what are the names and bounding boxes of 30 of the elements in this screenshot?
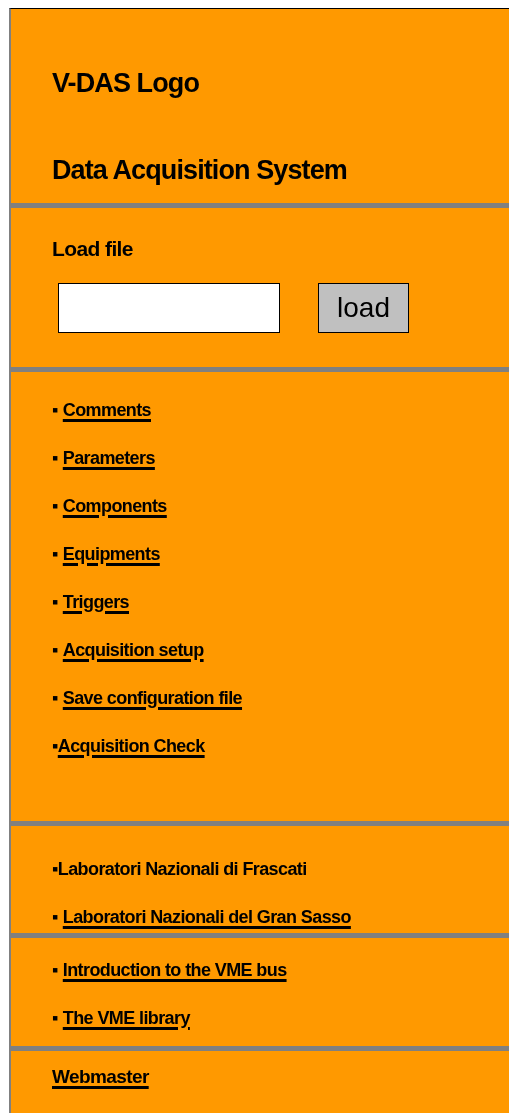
- bullet-icon: ▪: [52, 732, 58, 760]
- nav-link[interactable]: Introduction to the VME bus: [62, 956, 287, 984]
- bullet-icon: ▪: [52, 492, 58, 520]
- nav-link[interactable]: Laboratori Nazionali del Gran Sasso: [62, 903, 351, 931]
- bullet-icon: ▪: [52, 956, 58, 984]
- nav-text: Laboratori Nazionali di Frascati: [57, 857, 307, 881]
- nav-link[interactable]: Equipments: [62, 540, 160, 568]
- nav-link[interactable]: Parameters: [62, 444, 155, 472]
- bullet-icon: ▪: [52, 636, 58, 664]
- nav-link[interactable]: Acquisition Check: [57, 732, 205, 760]
- site-title: Data Acquisition System: [52, 154, 348, 187]
- nav-link[interactable]: Acquisition setup: [62, 636, 204, 664]
- bullet-icon: ▪: [52, 855, 58, 883]
- bullet-icon: ▪: [52, 396, 58, 424]
- nav-link[interactable]: Triggers: [62, 588, 129, 616]
- load-file-label: Load file: [52, 236, 134, 262]
- nav-link[interactable]: Components: [62, 492, 167, 520]
- logo-text: V-DAS Logo: [52, 67, 200, 100]
- file-input-field[interactable]: [58, 282, 280, 333]
- bullet-icon: ▪: [52, 588, 58, 616]
- bullet-icon: ▪: [52, 1004, 58, 1032]
- bullet-icon: ▪: [52, 444, 58, 472]
- bullet-icon: ▪: [52, 540, 58, 568]
- nav-link[interactable]: Comments: [62, 396, 151, 424]
- bullet-icon: ▪: [52, 903, 58, 931]
- bullet-icon: ▪: [52, 684, 58, 712]
- webmaster-link[interactable]: Webmaster: [52, 1066, 149, 1087]
- nav-link[interactable]: Save configuration file: [62, 684, 243, 712]
- nav-link[interactable]: The VME library: [62, 1004, 190, 1032]
- load-button[interactable]: load: [318, 282, 409, 333]
